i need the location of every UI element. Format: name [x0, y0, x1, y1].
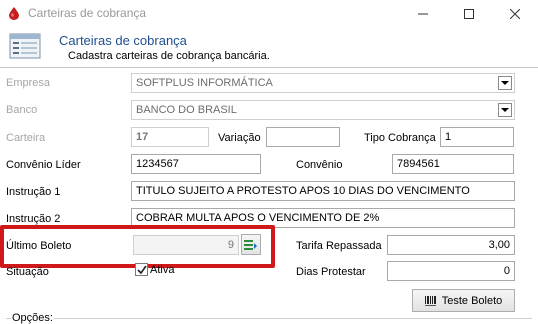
empresa-value: SOFTPLUS INFORMÁTICA [136, 77, 273, 89]
empresa-dropdown-button[interactable] [498, 76, 512, 90]
opcoes-label: Opções: [11, 312, 54, 324]
checkmark-icon [136, 265, 147, 274]
opcoes-group [6, 318, 532, 324]
header-subtitle: Cadastra carteiras de cobrança bancária. [68, 50, 270, 62]
convenio-lider-label: Convênio Líder [6, 159, 81, 171]
chevron-down-icon [501, 108, 509, 112]
form-window-icon [9, 33, 41, 59]
maximize-icon [464, 9, 474, 19]
barcode-icon [424, 295, 436, 306]
instrucao1-field[interactable]: TITULO SUJEITO A PROTESTO APOS 10 DIAS D… [131, 181, 515, 201]
variacao-label: Variação [218, 132, 261, 144]
tipo-cobranca-field[interactable]: 1 [440, 127, 514, 147]
carteira-label: Carteira [6, 132, 46, 144]
variacao-field[interactable] [266, 127, 340, 147]
highlight-box [0, 225, 275, 268]
tarifa-repassada-label: Tarifa Repassada [296, 240, 382, 252]
ativa-checkbox[interactable] [135, 263, 148, 276]
minimize-button[interactable] [400, 0, 446, 28]
convenio-lider-field[interactable]: 1234567 [131, 154, 261, 174]
teste-boleto-button[interactable]: Teste Boleto [412, 289, 515, 312]
instrucao1-label: Instrução 1 [6, 186, 61, 198]
carteira-field[interactable]: 17 [131, 127, 209, 147]
blood-drop-icon [9, 7, 19, 20]
situacao-label: Situação [6, 266, 49, 278]
minimize-icon [418, 13, 428, 15]
dias-protestar-field[interactable]: 0 [387, 261, 515, 281]
title-bar: Carteiras de cobrança [0, 0, 538, 28]
header-divider [0, 67, 538, 68]
window-title: Carteiras de cobrança [28, 6, 147, 20]
tipo-cobranca-label: Tipo Cobrança [364, 132, 436, 144]
maximize-button[interactable] [446, 0, 492, 28]
instrucao2-label: Instrução 2 [6, 213, 61, 225]
header-title: Carteiras de cobrança [59, 33, 187, 48]
close-button[interactable] [492, 0, 538, 28]
banco-value: BANCO DO BRASIL [136, 104, 237, 116]
ativa-label: Ativa [150, 264, 175, 276]
empresa-combo[interactable]: SOFTPLUS INFORMÁTICA [131, 73, 515, 93]
convenio-label: Convênio [296, 159, 343, 171]
close-icon [510, 9, 520, 19]
teste-boleto-label: Teste Boleto [441, 294, 503, 307]
chevron-down-icon [501, 81, 509, 85]
dias-protestar-label: Dias Protestar [296, 266, 366, 278]
banco-label: Banco [6, 104, 38, 116]
empresa-label: Empresa [6, 77, 51, 89]
banco-dropdown-button[interactable] [498, 103, 512, 117]
banco-combo[interactable]: BANCO DO BRASIL [131, 100, 515, 120]
convenio-field[interactable]: 7894561 [392, 154, 514, 174]
tarifa-repassada-field[interactable]: 3,00 [387, 235, 515, 255]
